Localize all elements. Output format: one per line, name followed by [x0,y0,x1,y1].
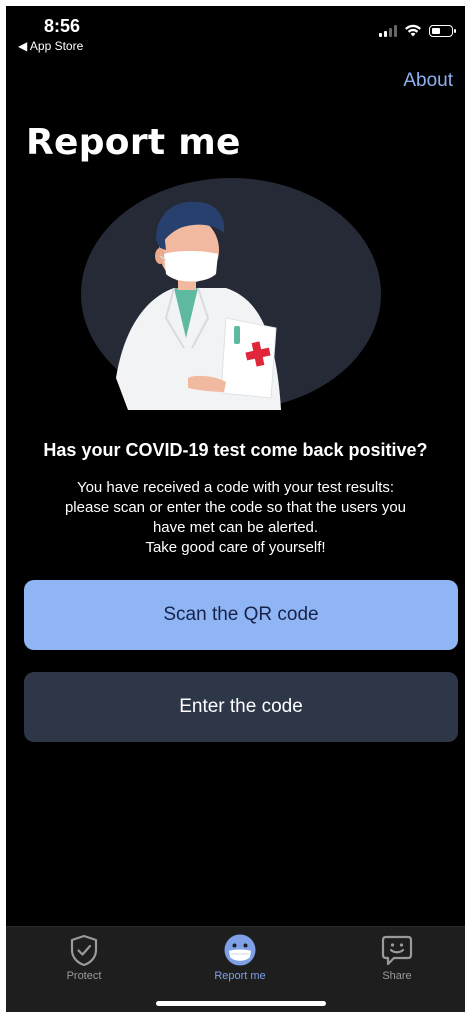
home-indicator[interactable] [156,1001,326,1006]
back-to-app-store-link[interactable]: ◀ App Store [18,39,83,53]
tab-report-me[interactable]: Report me [190,933,290,982]
wifi-icon [405,24,421,37]
speech-bubble-smile-icon [381,935,413,966]
cellular-signal-icon [379,24,397,37]
instructions-line: You have received a code with your test … [76,479,395,496]
positive-test-question: Has your COVID-19 test come back positiv… [43,440,428,460]
tab-bar: Protect Report me Share [6,926,465,1012]
app-screen: 8:56 ◀ App Store About Report me Has you… [6,6,465,1012]
tab-label: Share [382,970,412,982]
instructions-text: You have received a code with your test … [28,478,443,558]
shield-check-icon [70,934,98,967]
scan-qr-code-button[interactable]: Scan the QR code [24,580,458,650]
instructions-line: Take good care of yourself! [145,539,326,556]
instructions-line: please scan or enter the code so that th… [64,499,407,516]
tab-protect[interactable]: Protect [34,933,134,982]
masked-face-icon [224,934,256,966]
doctor-illustration [81,178,381,410]
tab-label: Protect [66,970,102,982]
status-time: 8:56 [44,16,81,36]
status-icons [379,24,456,37]
enter-code-button[interactable]: Enter the code [24,672,458,742]
about-link[interactable]: About [403,70,453,92]
page-title: Report me [26,122,241,163]
tab-label: Report me [214,970,266,982]
instructions-line: have met can be alerted. [152,519,319,536]
battery-icon [429,24,456,37]
tab-share[interactable]: Share [347,933,447,982]
